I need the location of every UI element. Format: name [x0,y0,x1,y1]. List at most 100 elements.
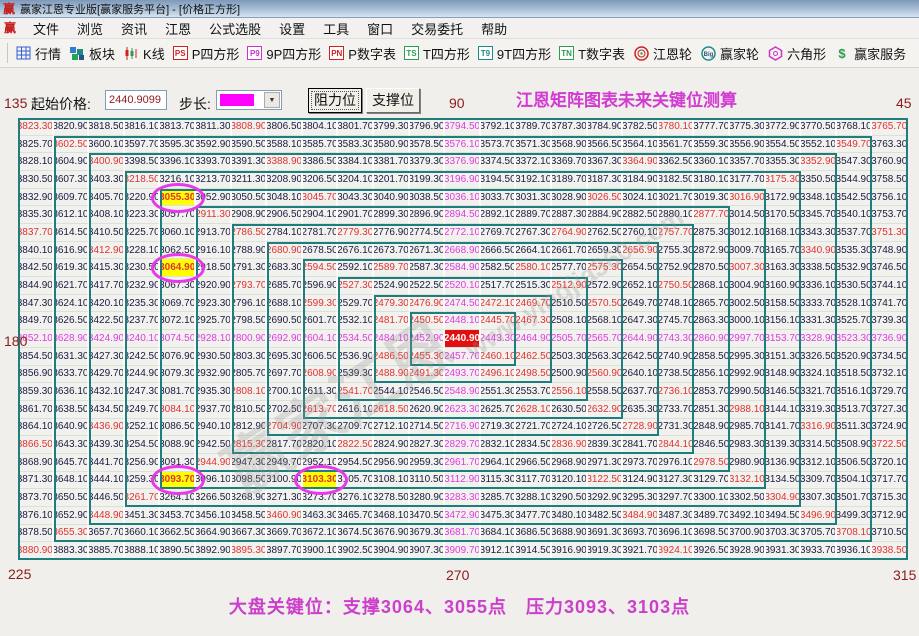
toolbar-item-7[interactable]: T99T四方形 [478,44,551,63]
toolbar-item-1[interactable]: 板块 [69,44,115,63]
grid-cell: 3009.70 [730,242,766,260]
toolbar-item-4[interactable]: P99P四方形 [247,44,321,63]
toolbar-item-label: 赢家轮 [720,44,759,63]
start-price-input[interactable] [105,90,167,110]
grid-cell: 2908.90 [232,206,268,224]
grid-cell: 3460.90 [267,507,303,525]
chevron-down-icon[interactable]: ▼ [264,92,280,108]
menu-item-5[interactable]: 设置 [270,19,314,38]
grid-cell: 3216.10 [160,171,196,189]
grid-cell: 3348.10 [801,189,837,207]
grid-cell: 3228.10 [125,242,161,260]
grid-cell: 2656.90 [623,242,659,260]
menu-item-4[interactable]: 公式选股 [200,19,270,38]
grid-cell: 3924.10 [659,542,695,560]
grid-cell: 3784.90 [588,118,624,136]
grid-cell: 3631.30 [54,348,90,366]
step-color-select[interactable]: ▼ [216,90,282,110]
grid-cell: 3547.30 [837,153,873,171]
grid-cell: 2724.10 [552,419,588,437]
grid-cell: 2889.70 [516,206,552,224]
grid-cell: 3696.10 [659,525,695,543]
grid-cell: 2788.90 [232,242,268,260]
controls-row: 135 起始价格: 步长: ▼ 阻力位 支撑位 90 江恩矩阵图表未来关键位测算… [0,68,919,118]
toolbar-item-9[interactable]: 江恩轮 [633,44,692,63]
grid-cell: 2539.30 [338,366,374,384]
menu-item-2[interactable]: 资讯 [112,19,156,38]
grid-cell: 3621.70 [54,277,90,295]
grid-cell: 3448.90 [89,507,125,525]
grid-cell: 2488.90 [374,366,410,384]
grid-cell: 3720.10 [872,454,908,472]
winner-wheel-icon: Big [700,46,716,61]
toolbar-item-11[interactable]: 六角形 [767,44,826,63]
grid-cell: 2966.50 [516,454,552,472]
resistance-button[interactable]: 阻力位 [308,88,362,113]
toolbar-item-8[interactable]: TNT数字表 [559,44,625,63]
grid-cell: 2632.90 [588,401,624,419]
menu-item-3[interactable]: 江恩 [156,19,200,38]
window-title: 赢家江恩专业版[赢家服务平台] - [价格正方形] [20,1,240,17]
toolbar-item-label: T四方形 [423,44,470,63]
grid-cell: 3542.50 [837,189,873,207]
toolbar-item-10[interactable]: Big 赢家轮 [700,44,759,63]
toolbar-item-label: P数字表 [348,44,396,63]
grid-cell: 3420.10 [89,295,125,313]
grid-cell: 3724.90 [872,419,908,437]
grid-cell: 3117.70 [516,472,552,490]
grid-cell: 2848.90 [694,419,730,437]
grid-cell: 2815.30 [232,436,268,454]
grid-cell: 3196.90 [445,171,481,189]
grid-cell: 3148.90 [766,366,802,384]
grid-cell: 3069.70 [160,295,196,313]
support-button[interactable]: 支撑位 [366,88,420,113]
grid-cell: 2774.50 [410,224,446,242]
grid-cell: 3828.10 [18,153,54,171]
grid-cell: 2664.10 [516,242,552,260]
grid-cell: 3160.90 [766,277,802,295]
grid-cell: 3686.50 [516,525,552,543]
grid-cell: 2798.50 [232,312,268,330]
hexagon-icon [767,46,783,61]
grid-cell: 2472.10 [481,295,517,313]
toolbar-item-6[interactable]: TST四方形 [404,44,470,63]
toolbar-item-3[interactable]: PSP四方形 [173,44,240,63]
toolbar-item-5[interactable]: PNP数字表 [329,44,396,63]
toolbar-item-0[interactable]: 行情 [15,44,61,63]
grid-cell: 2505.70 [552,330,588,348]
grid-cell: 3427.30 [89,348,125,366]
menu-item-0[interactable]: 文件 [24,19,68,38]
grid-cell: 2719.30 [481,419,517,437]
grid-cell: 3645.70 [54,454,90,472]
toolbar-item-12[interactable]: $赢家服务 [834,44,906,63]
grid-cell: 2692.90 [267,330,303,348]
grid-cell: 3237.70 [125,312,161,330]
grid-cell: 2685.70 [267,277,303,295]
menu-item-8[interactable]: 交易委托 [402,19,472,38]
toolbar-item-2[interactable]: K线 [123,44,165,63]
grid-cell: 3928.90 [730,542,766,560]
grid-cell: 2791.30 [232,259,268,277]
grid-cell: 3379.30 [410,153,446,171]
menu-item-9[interactable]: 帮助 [472,19,516,38]
grid-cell: 2937.70 [196,401,232,419]
grid-cell: 3451.30 [125,507,161,525]
grid-cell: 2644.90 [623,330,659,348]
grid-cell: 2731.30 [659,419,695,437]
toolbar-item-label: 江恩轮 [653,44,692,63]
grid-cell: 2896.90 [410,206,446,224]
grid-cell: 2913.70 [196,224,232,242]
grid-cell: 2839.30 [588,436,624,454]
menu-item-1[interactable]: 浏览 [68,19,112,38]
grid-cell: 2911.30 [196,206,232,224]
menu-item-7[interactable]: 窗口 [358,19,402,38]
grid-cell: 3909.70 [445,542,481,560]
grid-cell: 3249.70 [125,401,161,419]
grid-cell: 3640.90 [54,419,90,437]
grid-cell: 3484.90 [623,507,659,525]
grid-cell: 3681.70 [445,525,481,543]
grid-cell: 3096.10 [196,472,232,490]
grid-cell: 3163.30 [766,259,802,277]
grid-cell: 2952.10 [303,454,339,472]
menu-item-6[interactable]: 工具 [314,19,358,38]
